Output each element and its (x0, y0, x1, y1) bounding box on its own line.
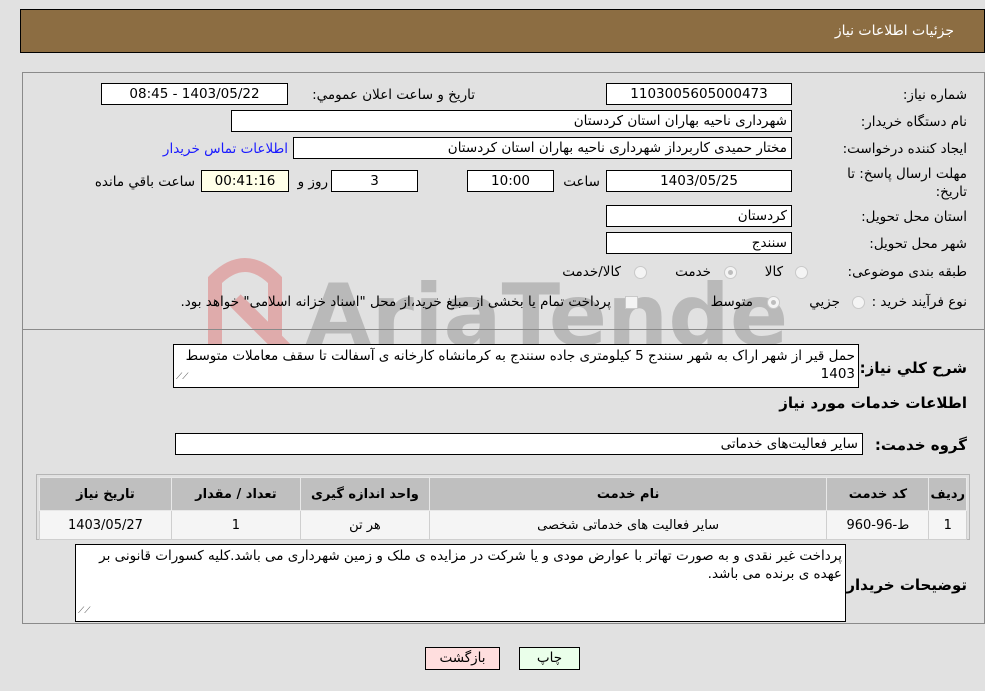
buyer-org-label: نام دستگاه خریدار: (860, 114, 967, 130)
description-label: شرح کلي نیاز: (859, 359, 967, 377)
deadline-time-field: 10:00 (467, 170, 554, 192)
cell-unit: هر تن (299, 510, 430, 540)
days-remaining-field: 3 (331, 170, 418, 192)
radio-service-label: خدمت (675, 264, 711, 280)
delivery-city-field: سنندج (606, 232, 792, 254)
radio-medium[interactable] (767, 296, 780, 309)
delivery-province-label: استان محل تحویل: (861, 209, 967, 225)
time-remaining-label: ساعت باقي مانده (94, 174, 195, 190)
col-row-number: ردیف (928, 477, 967, 511)
col-service-code: کد خدمت (826, 477, 930, 511)
description-text: حمل قیر از شهر اراک به شهر سنندج 5 کیلوم… (185, 348, 855, 382)
back-button[interactable]: بازگشت (425, 647, 500, 670)
resize-grip-icon[interactable]: ⟋⟋ (78, 602, 91, 620)
resize-grip-icon[interactable]: ⟋⟋ (176, 368, 189, 386)
buyer-notes-textarea[interactable]: پرداخت غیر نقدی و به صورت تهاتر با عوارض… (75, 544, 846, 622)
radio-minor[interactable] (852, 296, 865, 309)
need-number-label: شماره نیاز: (902, 87, 967, 103)
services-section-title: اطلاعات خدمات مورد نیاز (779, 394, 967, 412)
buyer-notes-label: توضیحات خریدار: (840, 576, 967, 594)
radio-goods[interactable] (795, 266, 808, 279)
cell-need-date: 1403/05/27 (39, 510, 172, 540)
requester-label: ایجاد کننده درخواست: (842, 141, 967, 157)
delivery-province-field: کردستان (606, 205, 792, 227)
announce-datetime-label: تاریخ و ساعت اعلان عمومي: (312, 87, 475, 103)
radio-goods-service-label: کالا/خدمت (562, 264, 621, 280)
time-remaining-field: 00:41:16 (201, 170, 289, 192)
purchase-process-label: نوع فرآیند خرید : (871, 294, 967, 310)
buyer-org-field: شهرداری ناحیه بهاران استان کردستان (231, 110, 792, 132)
service-group-label: گروه خدمت: (874, 436, 967, 454)
print-button[interactable]: چاپ (519, 647, 580, 670)
requester-field: مختار حمیدی کاربرداز شهرداری ناحیه بهارا… (293, 137, 792, 159)
col-quantity: تعداد / مقدار (170, 477, 301, 511)
col-unit: واحد اندازه گیری (299, 477, 430, 511)
deadline-date-field: 1403/05/25 (606, 170, 792, 192)
delivery-city-label: شهر محل تحویل: (869, 236, 967, 252)
subject-category-label: طبقه بندی موضوعی: (847, 264, 967, 280)
treasury-checkbox[interactable] (625, 296, 638, 309)
col-service-name: نام خدمت (428, 477, 828, 511)
cell-service-code: ط-96-960 (826, 510, 930, 540)
buyer-notes-text: پرداخت غیر نقدی و به صورت تهاتر با عوارض… (99, 548, 842, 582)
cell-service-name: سایر فعالیت های خدماتی شخصی (428, 510, 828, 540)
radio-goods-label: کالا (764, 264, 783, 280)
table-row: 1 ط-96-960 سایر فعالیت های خدماتی شخصی ه… (39, 510, 967, 540)
cell-row-number: 1 (928, 510, 967, 540)
need-number-field: 1103005605000473 (606, 83, 792, 105)
deadline-time-label: ساعت (563, 174, 600, 190)
radio-goods-service[interactable] (634, 266, 647, 279)
buyer-contact-link[interactable]: اطلاعات تماس خریدار (163, 141, 288, 157)
description-textarea[interactable]: حمل قیر از شهر اراک به شهر سنندج 5 کیلوم… (173, 344, 859, 388)
items-table: ردیف کد خدمت نام خدمت واحد اندازه گیری ت… (39, 477, 967, 540)
deadline-label-line2: تاریخ: (935, 184, 967, 200)
radio-medium-label: متوسط (710, 294, 753, 310)
divider (22, 329, 985, 330)
deadline-label-line1: مهلت ارسال پاسخ: تا (847, 166, 967, 182)
service-group-field: سایر فعالیت‌های خدماتی (175, 433, 863, 455)
cell-quantity: 1 (170, 510, 301, 540)
table-header-row: ردیف کد خدمت نام خدمت واحد اندازه گیری ت… (39, 477, 967, 511)
col-need-date: تاریخ نیاز (39, 477, 172, 511)
announce-datetime-field: 1403/05/22 - 08:45 (101, 83, 288, 105)
radio-minor-label: جزیي (809, 294, 840, 310)
page-title: جزئیات اطلاعات نیاز (834, 23, 954, 39)
radio-service[interactable] (724, 266, 737, 279)
treasury-note: پرداخت تمام یا بخشی از مبلغ خرید،از محل … (180, 294, 611, 310)
page-header: جزئیات اطلاعات نیاز (20, 9, 985, 53)
days-label: روز و (297, 174, 328, 190)
